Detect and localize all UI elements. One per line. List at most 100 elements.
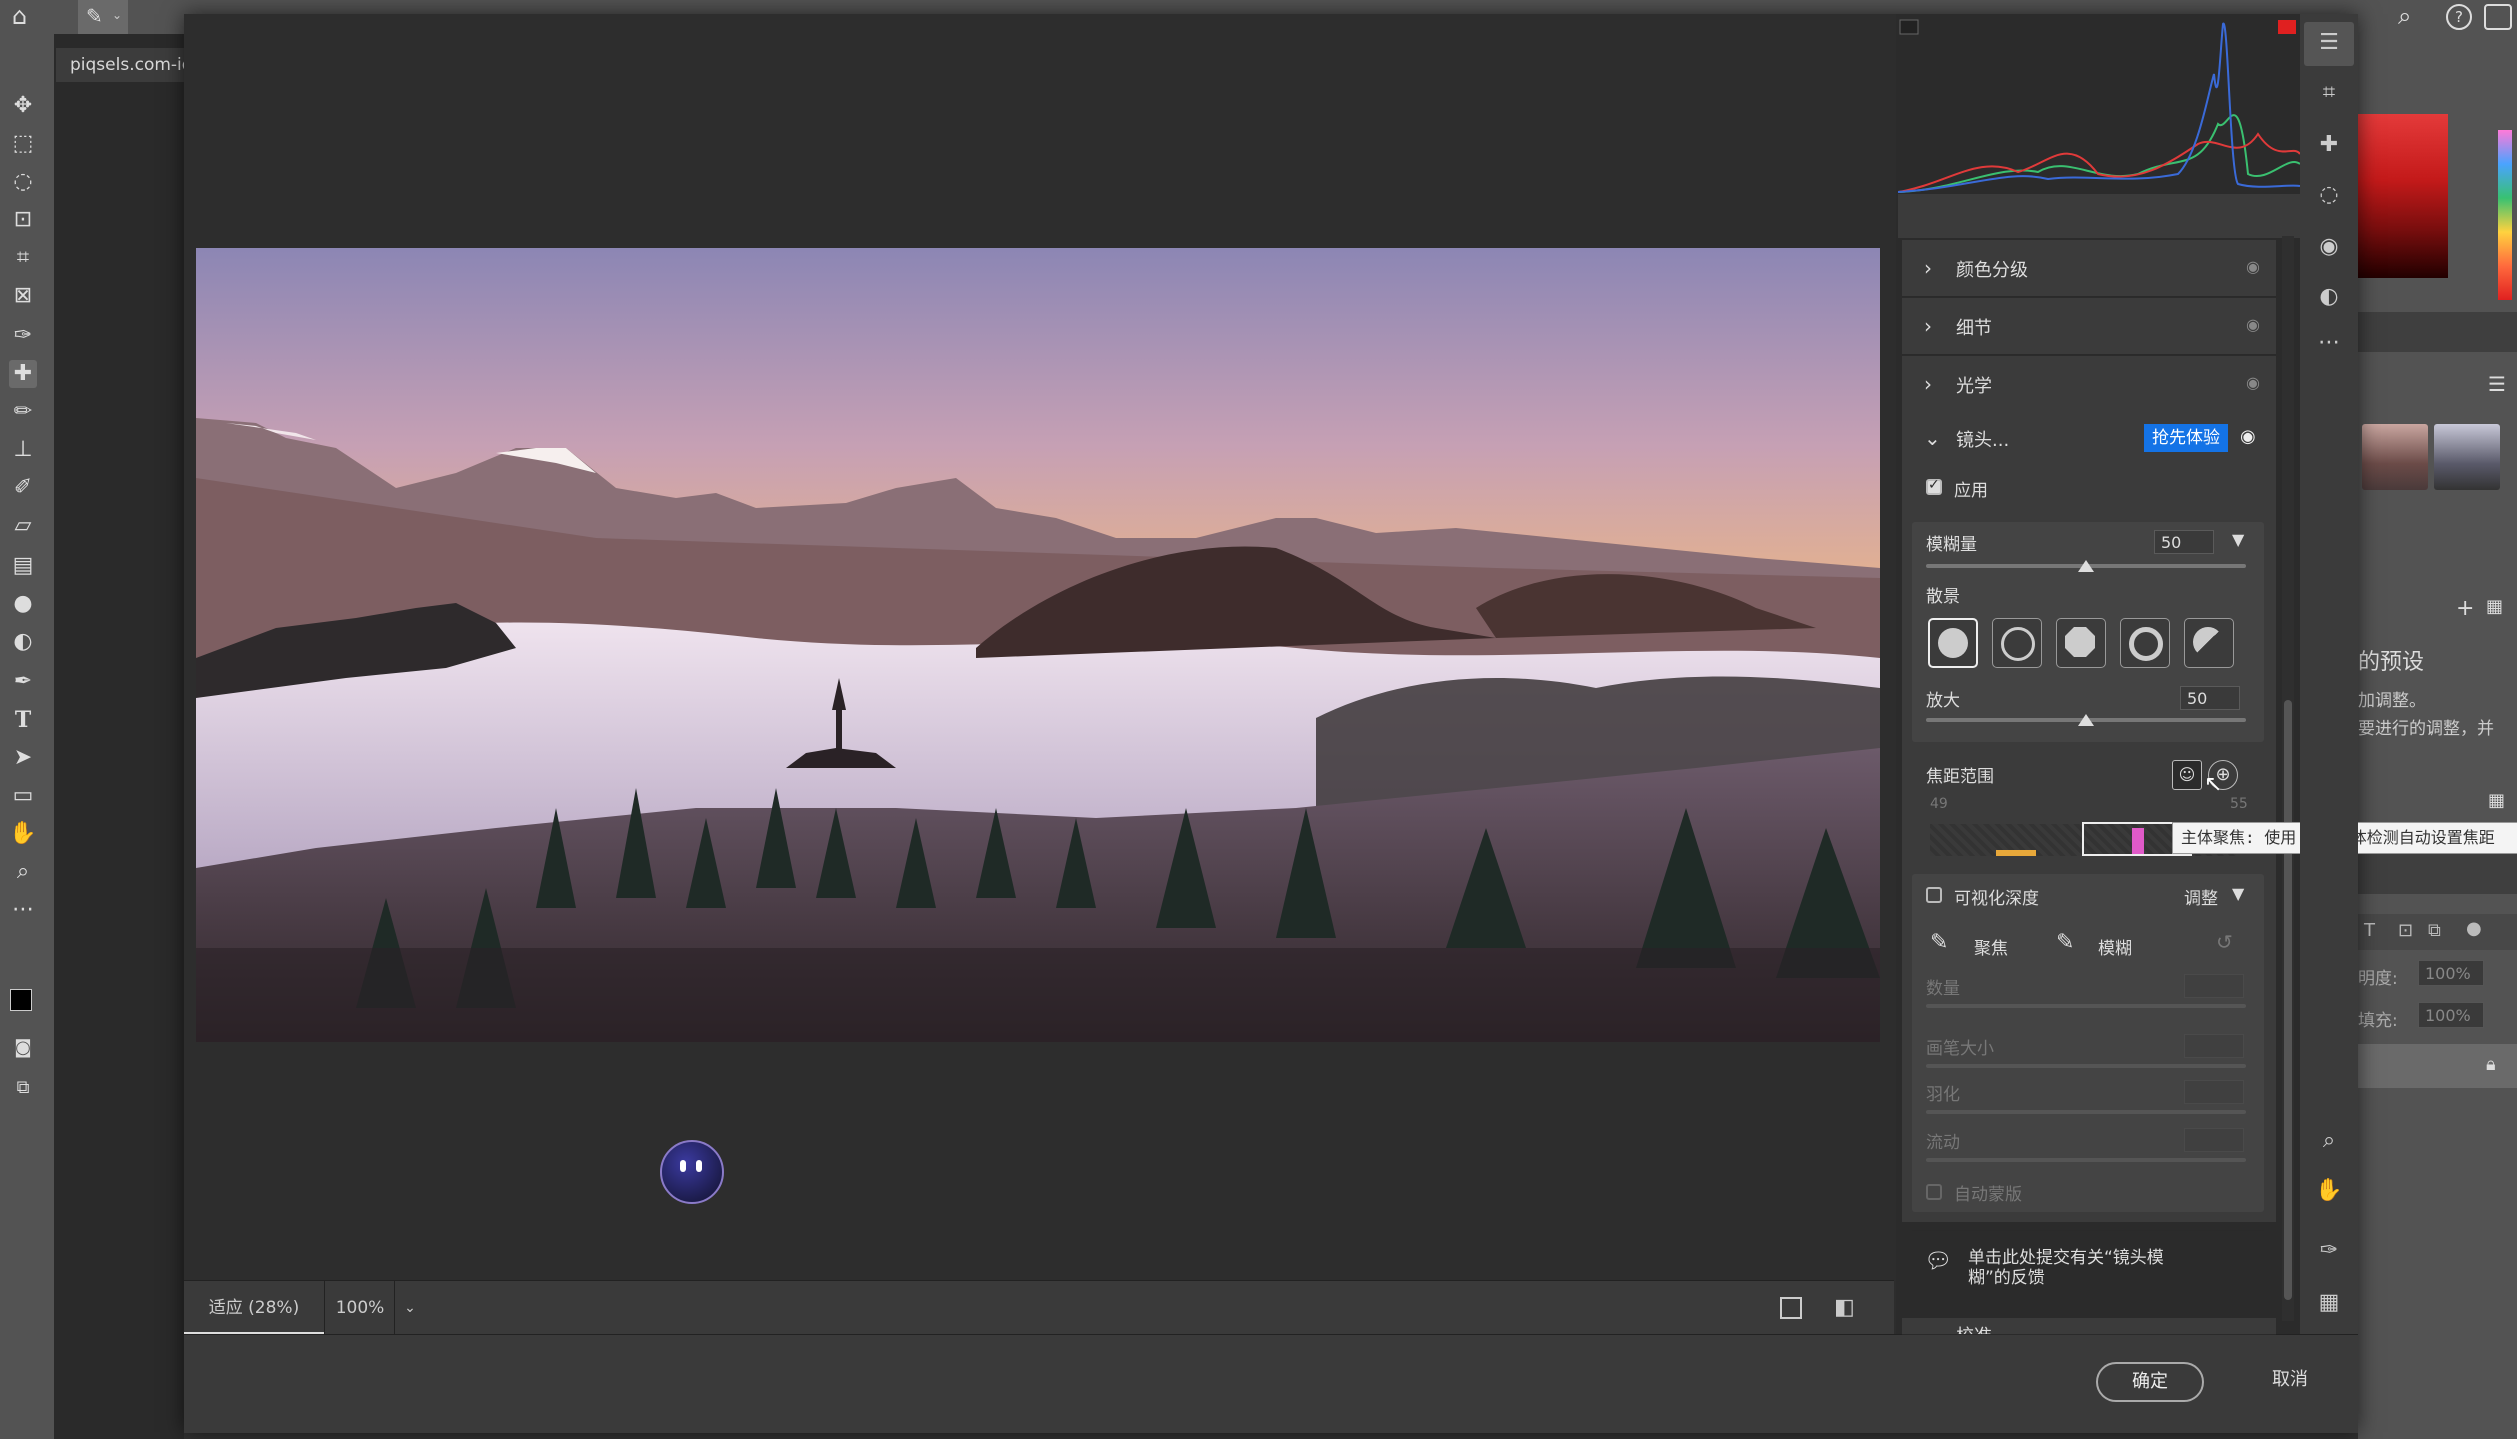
assistant-icon[interactable] <box>660 1140 724 1204</box>
boost-input[interactable]: 50 <box>2180 686 2240 710</box>
fit-zoom-button[interactable]: 适应 (28%) <box>184 1281 324 1335</box>
screen-mode-icon[interactable]: ⧉ <box>9 1074 37 1102</box>
document-tab[interactable]: piqsels.com-id <box>56 48 188 82</box>
chevron-down-icon[interactable]: ⌄ <box>1924 426 1941 450</box>
focus-brush-icon[interactable]: ✎ <box>1930 930 1948 955</box>
eye-icon[interactable]: ◉ <box>2246 315 2260 334</box>
hand-icon[interactable]: ✋ <box>2312 1174 2346 1208</box>
masking-icon[interactable]: ◌ <box>2312 178 2346 212</box>
section-color-grading[interactable]: › 颜色分级 ◉ <box>1902 240 2276 297</box>
search-icon[interactable]: ⌕ <box>2398 2 2411 30</box>
eye-icon[interactable]: ◉ <box>2246 373 2260 392</box>
layer-row[interactable]: 🔒︎ <box>2358 1044 2517 1088</box>
blur-brush-icon[interactable]: ✎ <box>2056 930 2074 955</box>
marquee-tool-icon[interactable]: ⬚ <box>9 130 37 158</box>
dodge-tool-icon[interactable]: ◐ <box>9 628 37 656</box>
brush-size-slider[interactable] <box>1926 1064 2246 1068</box>
amount-slider[interactable] <box>1926 1004 2246 1008</box>
panel-scrollbar[interactable] <box>2284 700 2292 1300</box>
object-select-tool-icon[interactable]: ⊡ <box>9 206 37 234</box>
preset-thumbnail[interactable] <box>2434 424 2500 490</box>
blur-amount-input[interactable]: 50 <box>2154 530 2214 554</box>
help-icon[interactable]: ? <box>2446 4 2472 30</box>
home-icon[interactable]: ⌂ <box>12 2 27 30</box>
zoom-100-button[interactable]: 100% <box>324 1281 395 1335</box>
amount-input[interactable] <box>2184 974 2244 998</box>
add-icon[interactable]: + <box>2456 596 2474 621</box>
crop-tool-icon[interactable]: ⌗ <box>9 244 37 272</box>
reset-icon[interactable]: ↺ <box>2216 930 2233 954</box>
blur-brush-label[interactable]: 模糊 <box>2098 934 2132 959</box>
quick-mask-icon[interactable]: ◙ <box>9 1034 37 1062</box>
pen-tool-icon[interactable]: ✒ <box>9 668 37 696</box>
healing-tool-preset[interactable]: ✎ ⌄ <box>78 0 128 34</box>
eye-icon[interactable]: ◉ <box>2246 257 2260 276</box>
history-brush-tool-icon[interactable]: ✐ <box>9 474 37 502</box>
auto-mask-checkbox[interactable] <box>1926 1184 1942 1200</box>
eyedropper-tool-icon[interactable]: ✑ <box>9 322 37 350</box>
hue-strip[interactable] <box>2498 130 2512 300</box>
feedback-link[interactable]: 💬︎ 单击此处提交有关“镜头模 糊”的反馈 <box>1912 1230 2264 1297</box>
zoom-tool-icon[interactable]: ⌕ <box>9 858 37 886</box>
brush-size-input[interactable] <box>2184 1034 2244 1058</box>
stamp-tool-icon[interactable]: ⊥ <box>9 436 37 464</box>
triangle-down-icon[interactable]: ▼ <box>2232 530 2244 549</box>
feather-slider[interactable] <box>1926 1110 2246 1114</box>
zoom-menu-chevron-icon[interactable]: ⌄ <box>394 1281 425 1335</box>
workspace-icon[interactable] <box>2484 4 2512 30</box>
boost-thumb[interactable] <box>2078 714 2094 726</box>
feather-input[interactable] <box>2184 1080 2244 1104</box>
fill-input[interactable]: 100% <box>2418 1002 2484 1028</box>
section-optics[interactable]: › 光学 ◉ <box>1902 356 2276 413</box>
histogram[interactable] <box>1897 14 2301 194</box>
type-filter-icon[interactable]: T <box>2364 920 2375 941</box>
blur-tool-icon[interactable]: ● <box>9 590 37 618</box>
flow-slider[interactable] <box>1926 1158 2246 1162</box>
single-view-icon[interactable] <box>1780 1297 1802 1319</box>
subject-focus-icon[interactable]: ☺ <box>2172 760 2202 790</box>
rectangle-tool-icon[interactable]: ▭ <box>9 782 37 810</box>
preset-thumbnail[interactable] <box>2362 424 2428 490</box>
before-after-icon[interactable]: ◧ <box>1834 1295 1855 1320</box>
bokeh-circle-option[interactable] <box>1928 618 1978 668</box>
color-sampler-icon[interactable]: ✑ <box>2312 1234 2346 1268</box>
bokeh-blade-option[interactable] <box>2056 618 2106 668</box>
grid-icon[interactable]: ▦ <box>2486 596 2503 617</box>
lens-blur-title[interactable]: 镜头... <box>1956 426 2009 452</box>
preview-image[interactable] <box>196 248 1880 1042</box>
move-tool-icon[interactable]: ✥ <box>9 92 37 120</box>
focus-brush-label[interactable]: 聚焦 <box>1974 934 2008 959</box>
crop-icon[interactable]: ⌗ <box>2312 76 2346 110</box>
grid-overlay-icon[interactable]: ▦ <box>2312 1286 2346 1320</box>
opacity-input[interactable]: 100% <box>2418 960 2484 986</box>
section-detail[interactable]: › 细节 ◉ <box>1902 298 2276 355</box>
color-picker-field[interactable] <box>2358 114 2448 278</box>
edit-sliders-icon[interactable]: ☰ <box>2312 26 2346 60</box>
bokeh-cat-eye-option[interactable] <box>2184 618 2234 668</box>
shape-filter-icon[interactable]: ⊡ <box>2398 920 2413 941</box>
grid-icon[interactable]: ▦ <box>2488 790 2505 811</box>
hand-tool-icon[interactable]: ✋ <box>9 820 37 848</box>
more-options-icon[interactable]: ⋯ <box>2312 326 2346 360</box>
apply-checkbox[interactable] <box>1926 477 1942 495</box>
visualize-depth-checkbox[interactable] <box>1926 887 1942 903</box>
ok-button[interactable]: 确定 <box>2096 1362 2204 1402</box>
foreground-color-swatch[interactable] <box>10 989 32 1011</box>
cancel-button[interactable]: 取消 <box>2238 1362 2342 1398</box>
flow-input[interactable] <box>2184 1128 2244 1152</box>
healing-brush-tool-icon[interactable]: ✚ <box>9 360 37 388</box>
eye-icon[interactable]: ◉ <box>2240 426 2256 447</box>
zoom-icon[interactable]: ⌕ <box>2312 1124 2346 1158</box>
frame-tool-icon[interactable]: ⊠ <box>9 282 37 310</box>
path-select-tool-icon[interactable]: ➤ <box>9 744 37 772</box>
filter-toggle-icon[interactable]: ● <box>2466 918 2482 939</box>
bokeh-bubble-option[interactable] <box>1992 618 2042 668</box>
triangle-down-icon[interactable]: ▼ <box>2232 884 2244 903</box>
list-view-icon[interactable]: ☰ <box>2488 372 2506 396</box>
smart-filter-icon[interactable]: ⧉ <box>2428 920 2441 941</box>
lasso-tool-icon[interactable]: ◌ <box>9 168 37 196</box>
bokeh-ring-option[interactable] <box>2120 618 2170 668</box>
blur-amount-thumb[interactable] <box>2078 560 2094 572</box>
adjust-label[interactable]: 调整 <box>2184 884 2218 909</box>
eraser-tool-icon[interactable]: ▱ <box>9 512 37 540</box>
